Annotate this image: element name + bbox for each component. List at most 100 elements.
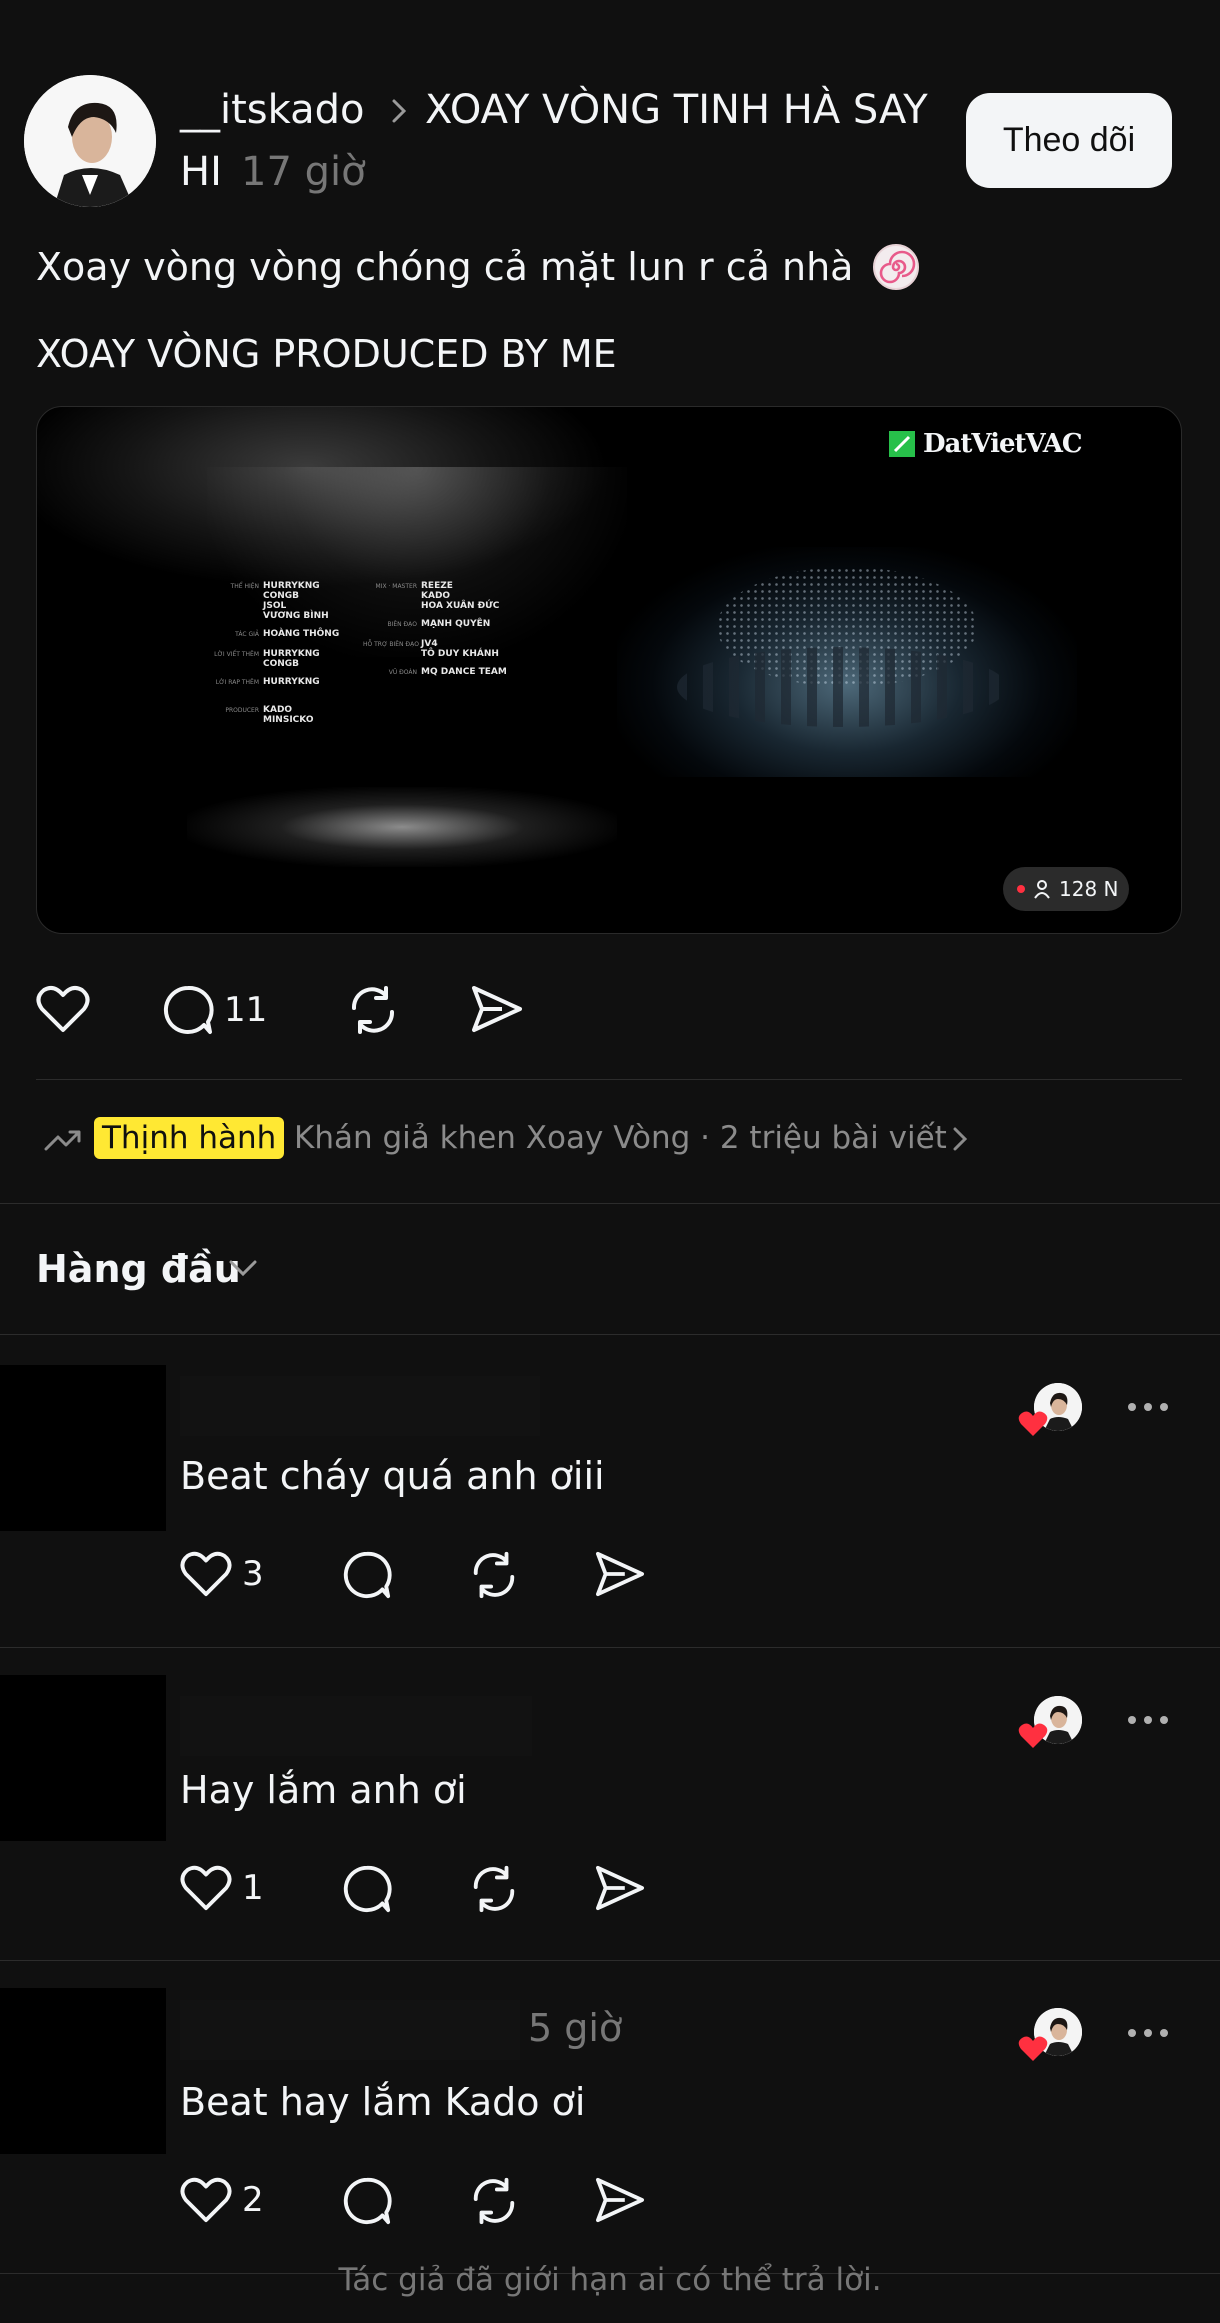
floor-light: [187, 787, 617, 867]
trending-topic[interactable]: Khán giả khen Xoay Vòng · 2 triệu bài vi…: [294, 1117, 947, 1159]
reply-username-hidden: [180, 2000, 520, 2060]
thread-title[interactable]: XOAY VÒNG TINH HÀ SAY: [425, 86, 928, 134]
reply-button[interactable]: 11: [162, 984, 267, 1036]
reply-avatar[interactable]: [0, 1675, 166, 1841]
reply-like-button[interactable]: 1: [180, 1864, 264, 1912]
author-username[interactable]: __itskado: [180, 86, 364, 134]
reply-username-hidden: [180, 1696, 532, 1756]
thread-title-continued[interactable]: HI: [180, 148, 222, 196]
repost-icon: [468, 1550, 520, 1600]
comment-icon: [342, 2176, 392, 2226]
divider: [36, 1079, 1182, 1080]
repost-button[interactable]: [346, 984, 400, 1036]
credit-label: VŨ ĐOÀN: [388, 669, 417, 676]
author-avatar[interactable]: [24, 75, 156, 207]
credit-label: THỂ HIỆN: [230, 583, 259, 590]
credit-value: TÔ DUY KHÁNH: [421, 649, 499, 659]
credit-label: PRODUCER: [225, 707, 259, 714]
live-viewer-count[interactable]: 128 N: [1003, 867, 1129, 911]
divider: [0, 1960, 1220, 1961]
credit-value: VƯƠNG BÌNH: [263, 611, 329, 621]
sort-dropdown-label[interactable]: Hàng đầu: [36, 1245, 241, 1293]
credit-value: HURRYKNG: [263, 649, 320, 659]
credit-label: BIÊN ĐẠO: [387, 621, 417, 628]
credit-value: JV4: [421, 639, 438, 649]
comment-icon: [162, 984, 214, 1036]
chevron-down-icon[interactable]: [228, 1258, 258, 1278]
heart-icon: [180, 1550, 232, 1598]
more-options-icon[interactable]: [1128, 1403, 1168, 1411]
reply-username-hidden: [180, 1376, 540, 1436]
repost-icon: [468, 2176, 520, 2226]
post-time: 17 giờ: [241, 149, 366, 195]
credit-value: MINSICKO: [263, 715, 314, 725]
viewer-count: 128 N: [1059, 877, 1119, 901]
live-dot: [1017, 885, 1025, 893]
reply-avatar[interactable]: [0, 1365, 166, 1531]
reply-share-button[interactable]: [594, 1550, 646, 1598]
reply-like-button[interactable]: 2: [180, 2176, 264, 2224]
heart-icon: [36, 984, 90, 1034]
chevron-right-icon: [950, 1126, 970, 1152]
dancers-image: [677, 647, 1007, 727]
comment-icon: [342, 1864, 392, 1914]
reply-comment-button[interactable]: [342, 1550, 392, 1600]
credit-value: HURRYKNG: [263, 677, 320, 687]
trending-badge[interactable]: Thịnh hành: [94, 1117, 285, 1159]
reply-text: Beat hay lắm Kado ơi: [180, 2080, 586, 2124]
follow-button[interactable]: Theo dõi: [966, 93, 1172, 188]
reply-share-button[interactable]: [594, 1864, 646, 1912]
trending-icon: [44, 1127, 82, 1153]
credit-label: TÁC GIẢ: [235, 631, 259, 638]
credit-value: CONGB: [263, 591, 300, 601]
person-icon: [1033, 879, 1051, 899]
credit-value: HURRYKNG: [263, 581, 320, 591]
send-icon: [594, 1550, 646, 1598]
reply-repost-button[interactable]: [468, 1550, 520, 1600]
reply-time: 5 giờ: [528, 2006, 623, 2050]
credit-value: HOA XUÂN ĐỨC: [421, 601, 500, 611]
reply-share-button[interactable]: [594, 2176, 646, 2224]
credit-label: LỜI VIẾT THÊM: [214, 651, 259, 658]
spiral-candy-icon: [873, 244, 919, 290]
send-icon: [594, 2176, 646, 2224]
post-caption-line1: Xoay vòng vòng chóng cả mặt lun r cả nhà: [36, 245, 854, 289]
reply-count: 11: [224, 990, 268, 1030]
reply-repost-button[interactable]: [468, 1864, 520, 1914]
reply-comment-button[interactable]: [342, 1864, 392, 1914]
heart-filled-icon: [1018, 2035, 1048, 2061]
reply-repost-button[interactable]: [468, 2176, 520, 2226]
heart-icon: [180, 2176, 232, 2224]
reply-avatar[interactable]: [0, 1988, 166, 2154]
credit-value: KADO: [263, 705, 293, 715]
like-count: 1: [242, 1868, 264, 1908]
divider: [0, 1647, 1220, 1648]
credit-label: LỜI RAP THÊM: [215, 679, 259, 686]
credit-value: HOÀNG THÔNG: [263, 629, 340, 639]
more-options-icon[interactable]: [1128, 1716, 1168, 1724]
credit-value: JSOL: [263, 601, 287, 611]
like-count: 3: [242, 1554, 264, 1594]
video-player[interactable]: DatVietVAC THỂ HIỆN HURRYKNG CONGB JSOL …: [36, 406, 1182, 934]
like-button[interactable]: [36, 984, 90, 1034]
reply-text: Beat cháy quá anh ơiii: [180, 1454, 605, 1498]
heart-filled-icon: [1018, 1410, 1048, 1436]
credit-value: KADO: [421, 591, 451, 601]
credit-label: HỖ TRỢ BIÊN ĐẠO: [363, 641, 419, 648]
reply-like-button[interactable]: 3: [180, 1550, 264, 1598]
comment-icon: [342, 1550, 392, 1600]
brand-logo-icon: [889, 431, 915, 457]
repost-icon: [346, 984, 400, 1036]
divider: [0, 1203, 1220, 1204]
credit-value: REEZE: [421, 581, 453, 591]
credit-value: CONGB: [263, 659, 300, 669]
more-options-icon[interactable]: [1128, 2029, 1168, 2037]
reply-text: Hay lắm anh ơi: [180, 1768, 467, 1812]
heart-icon: [180, 1864, 232, 1912]
post-caption-line2: XOAY VÒNG PRODUCED BY ME: [36, 332, 617, 376]
reply-restriction-note: Tác giả đã giới hạn ai có thể trả lời.: [338, 2262, 882, 2298]
reply-comment-button[interactable]: [342, 2176, 392, 2226]
credit-value: MQ DANCE TEAM: [421, 667, 507, 677]
share-button[interactable]: [470, 984, 524, 1034]
send-icon: [470, 984, 524, 1034]
